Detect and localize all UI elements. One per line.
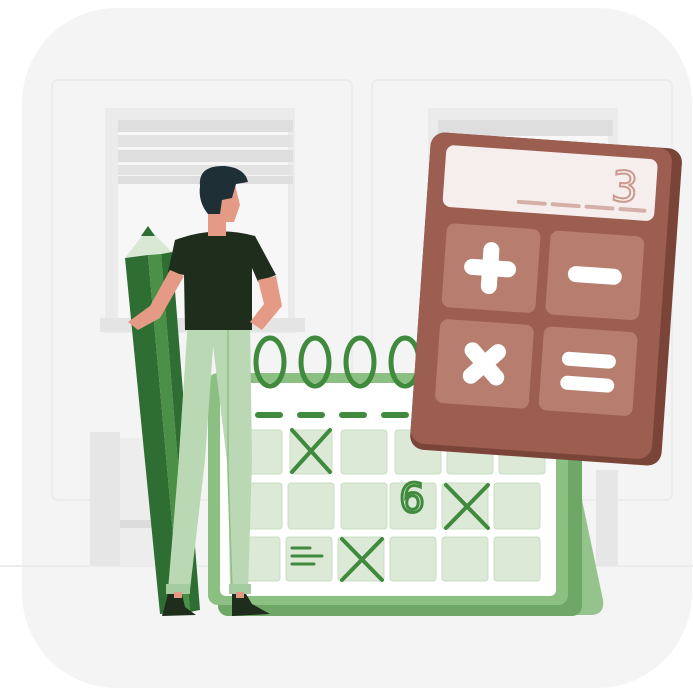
marked-day-number: 6 (399, 476, 424, 522)
equals-key (538, 326, 638, 416)
illustration-canvas: 6 3 (0, 8, 693, 688)
multiply-key (435, 319, 534, 409)
calculator-display-value: 3 (610, 161, 640, 212)
minus-key (545, 230, 645, 321)
plus-key (441, 223, 541, 313)
calculator: 3 (410, 132, 682, 466)
